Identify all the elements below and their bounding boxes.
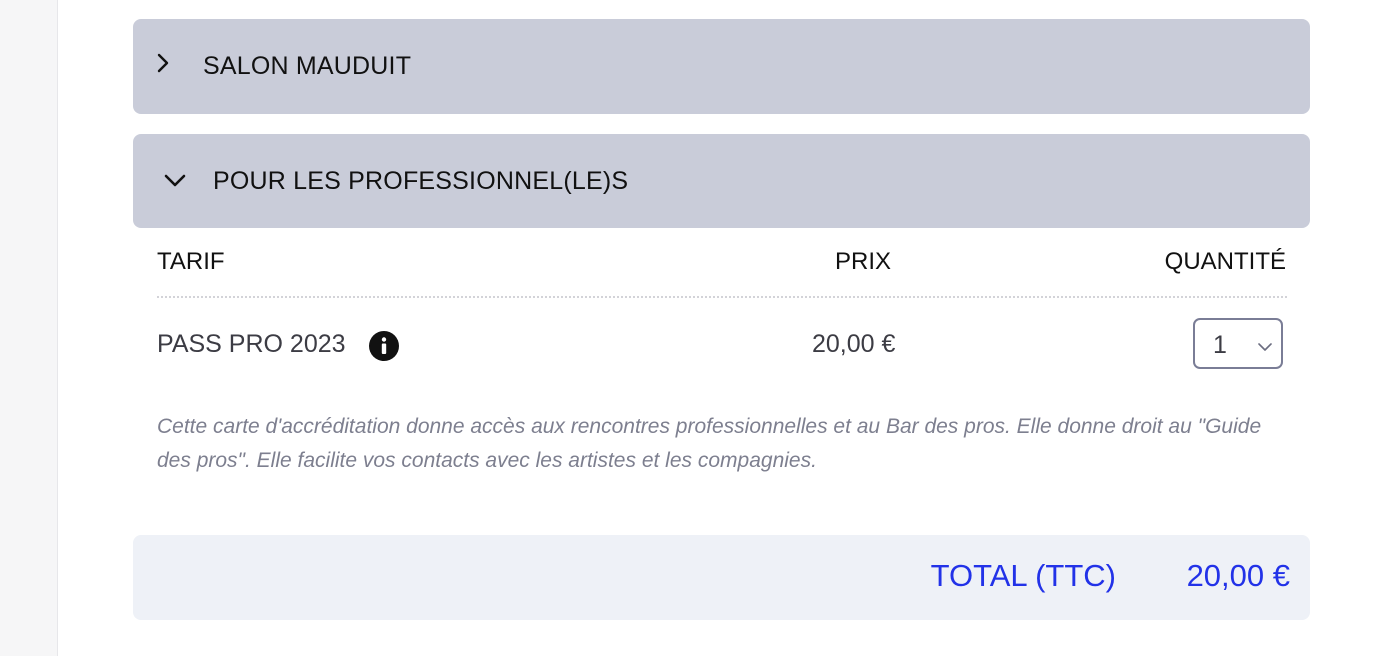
total-bar: TOTAL (TTC) 20,00 € (133, 535, 1310, 620)
tarif-description: Cette carte d'accréditation donne accès … (157, 415, 1262, 472)
total-label: TOTAL (TTC) (930, 558, 1116, 593)
accordion-pour-les-pros[interactable]: POUR LES PROFESSIONNEL(LE)S (133, 134, 1310, 228)
accordion-salon-mauduit[interactable]: SALON MAUDUIT (133, 19, 1310, 114)
tarif-name: PASS PRO 2023 (157, 330, 346, 358)
header-divider (157, 296, 1287, 298)
quantity-value: 1 (1213, 331, 1227, 359)
info-icon[interactable] (369, 331, 399, 361)
total-value: 20,00 € (1186, 558, 1290, 593)
chevron-right-icon (155, 51, 171, 75)
column-header-prix: PRIX (835, 248, 892, 275)
accordion-title: SALON MAUDUIT (203, 52, 412, 80)
tarif-price: 20,00 € (812, 330, 896, 358)
column-header-quantite: QUANTITÉ (1164, 248, 1286, 275)
quantity-select[interactable]: 1 (1193, 318, 1283, 369)
accordion-title: POUR LES PROFESSIONNEL(LE)S (213, 167, 629, 195)
column-header-tarif: TARIF (157, 248, 225, 275)
chevron-down-icon (163, 172, 187, 190)
chevron-down-icon (1257, 339, 1273, 351)
